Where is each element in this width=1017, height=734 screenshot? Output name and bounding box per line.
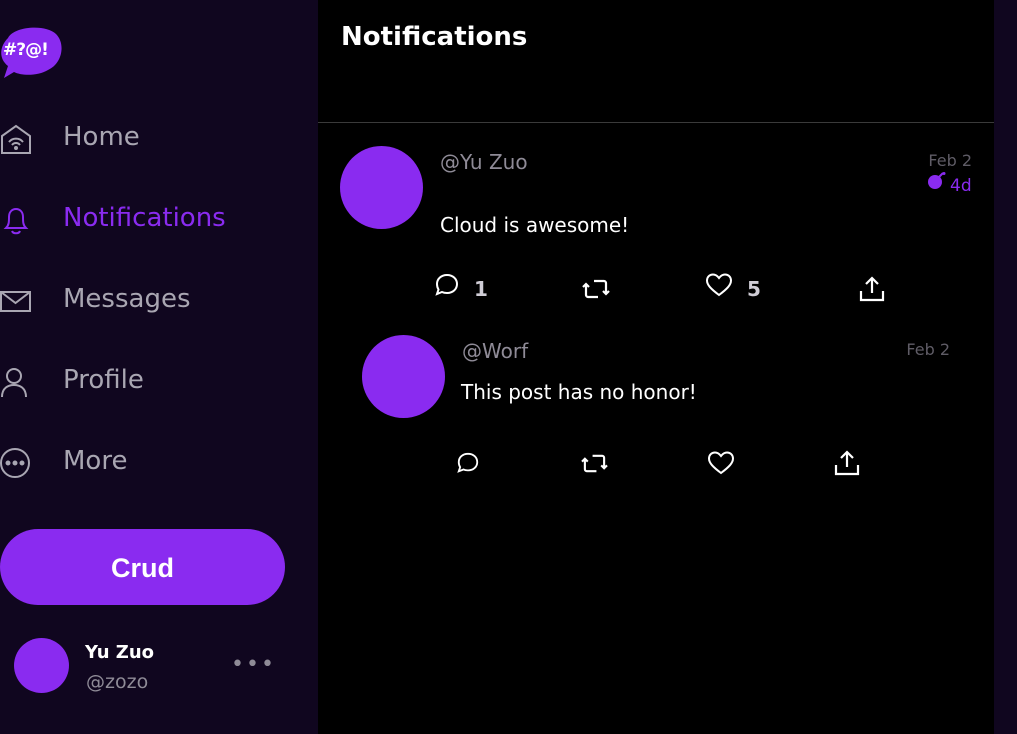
sidebar-item-more[interactable]: More <box>0 441 300 485</box>
post-text: This post has no honor! <box>461 380 697 404</box>
more-circle-icon <box>0 447 32 479</box>
sidebar-item-messages[interactable]: Messages <box>0 279 300 323</box>
envelope-icon <box>0 285 32 317</box>
right-panel <box>994 0 1017 734</box>
home-icon <box>0 123 32 155</box>
share-icon[interactable] <box>834 450 862 478</box>
sidebar-item-label: Notifications <box>63 203 226 233</box>
account-switcher[interactable]: Yu Zuo @zozo ••• <box>0 630 300 702</box>
sidebar-item-label: Messages <box>63 284 191 314</box>
app-logo[interactable]: #?@! <box>0 24 64 80</box>
post-date: Feb 2 <box>928 151 972 170</box>
like-count: 5 <box>747 277 761 301</box>
share-icon[interactable] <box>859 276 887 304</box>
repost-icon[interactable] <box>581 451 609 479</box>
post-handle[interactable]: @Worf <box>462 339 528 363</box>
post-date: Feb 2 <box>906 340 950 359</box>
sidebar-item-label: Profile <box>63 365 144 395</box>
user-icon <box>0 366 32 398</box>
repost-icon[interactable] <box>582 276 610 304</box>
sidebar-item-notifications[interactable]: Notifications <box>0 198 300 242</box>
reply-count: 1 <box>474 277 488 301</box>
post-handle[interactable]: @Yu Zuo <box>440 150 528 174</box>
post-age: 4d <box>950 176 972 196</box>
avatar <box>14 638 69 693</box>
header-divider <box>318 122 994 123</box>
bell-icon <box>0 204 32 236</box>
sidebar-item-label: Home <box>63 122 140 152</box>
post-text: Cloud is awesome! <box>440 213 630 237</box>
page-title: Notifications <box>341 22 528 52</box>
reply-icon[interactable] <box>434 272 462 300</box>
sidebar-item-label: More <box>63 446 128 476</box>
main-feed: Notifications @Yu Zuo Feb 2 4d Cloud is … <box>318 0 994 734</box>
like-icon[interactable] <box>705 272 733 300</box>
account-handle: @zozo <box>86 671 149 693</box>
sidebar-item-profile[interactable]: Profile <box>0 360 300 404</box>
logo-text: #?@! <box>3 40 49 60</box>
more-options-icon[interactable]: ••• <box>231 652 276 677</box>
account-name: Yu Zuo <box>85 642 155 663</box>
like-icon[interactable] <box>707 450 735 478</box>
sidebar: #?@! Home Notifications Messages Profile… <box>0 0 318 734</box>
crud-button[interactable]: Crud <box>0 529 285 605</box>
reply-icon[interactable] <box>456 451 484 479</box>
bomb-icon <box>927 172 947 190</box>
avatar[interactable] <box>340 146 423 229</box>
avatar[interactable] <box>362 335 445 418</box>
sidebar-item-home[interactable]: Home <box>0 117 300 161</box>
